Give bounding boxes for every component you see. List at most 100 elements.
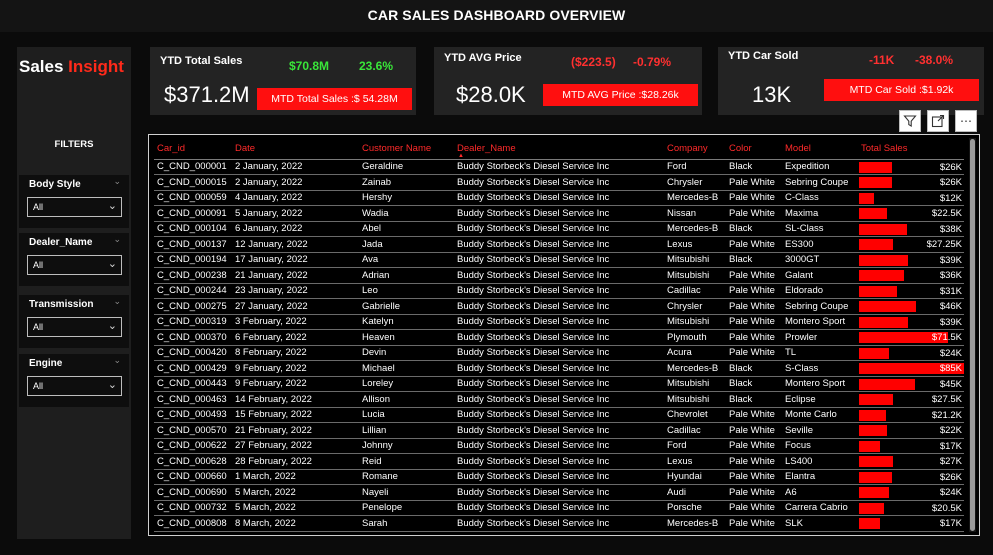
cell-date: 6 January, 2022 (232, 221, 359, 237)
chevron-down-icon[interactable]: ⌄ (113, 355, 121, 366)
cell-customer: Penelope (359, 500, 454, 516)
sales-value: $20.5K (931, 502, 962, 514)
chevron-down-icon[interactable]: ⌄ (113, 176, 121, 187)
chevron-down-icon[interactable]: ⌄ (113, 234, 121, 245)
table-row[interactable]: C_CND_000194 17 January, 2022 Ava Buddy Sto… (154, 252, 964, 268)
filter-icon[interactable] (899, 110, 921, 132)
sales-data-bar (859, 347, 889, 359)
column-header-car-id[interactable]: Car_id (154, 139, 232, 160)
table-row[interactable]: C_CND_000104 6 January, 2022 Abel Buddy Sto… (154, 221, 964, 237)
sales-data-bar (859, 161, 892, 173)
cell-model: Sebring Coupe (782, 174, 858, 191)
transmission-dropdown[interactable]: All ⌄ (27, 317, 122, 337)
focus-mode-icon[interactable] (927, 110, 949, 132)
cell-total-sales: $22.5K (858, 205, 964, 222)
cell-color: Black (726, 360, 782, 377)
table-row[interactable]: C_CND_000660 1 March, 2022 Romane Buddy Sto… (154, 469, 964, 485)
dropdown-value: All (33, 322, 44, 332)
sales-data-bar (859, 440, 881, 452)
cell-date: 23 January, 2022 (232, 283, 359, 299)
cell-color: Pale White (726, 422, 782, 439)
table-row[interactable]: C_CND_000091 5 January, 2022 Wadia Buddy St… (154, 205, 964, 222)
table-row[interactable]: C_CND_000275 27 January, 2022 Gabrielle Bud… (154, 298, 964, 315)
cell-model: Eclipse (782, 391, 858, 408)
table-row[interactable]: C_CND_000238 21 January, 2022 Adrian Buddy … (154, 267, 964, 284)
cell-company: Audi (664, 484, 726, 501)
cell-color: Pale White (726, 267, 782, 284)
chevron-down-icon[interactable]: ⌄ (113, 296, 121, 307)
table-row[interactable]: C_CND_000463 14 February, 2022 Allison Budd… (154, 391, 964, 408)
table-row[interactable]: C_CND_000628 28 February, 2022 Reid Buddy S… (154, 453, 964, 470)
kpi-ytd-total-sales: YTD Total Sales $371.2M $70.8M 23.6% MTD… (150, 47, 416, 115)
cell-date: 5 March, 2022 (232, 484, 359, 501)
column-header-total-sales[interactable]: Total Sales (858, 139, 964, 160)
cell-company: Mitsubishi (664, 267, 726, 284)
column-header-model[interactable]: Model (782, 139, 858, 160)
table-row[interactable]: C_CND_000420 8 February, 2022 Devin Buddy S… (154, 345, 964, 361)
cell-customer: Heaven (359, 329, 454, 346)
table-row[interactable]: C_CND_000429 9 February, 2022 Michael Buddy… (154, 360, 964, 377)
table-row[interactable]: C_CND_000443 9 February, 2022 Loreley Buddy… (154, 376, 964, 392)
cell-date: 14 February, 2022 (232, 391, 359, 408)
dealer-name-dropdown[interactable]: All ⌄ (27, 255, 122, 275)
kpi-ytd-avg-price: YTD AVG Price $28.0K ($223.5) -0.79% MTD… (434, 47, 702, 115)
cell-color: Pale White (726, 500, 782, 516)
sales-value: $71.5K (931, 332, 962, 343)
cell-total-sales: $24K (858, 484, 964, 501)
table-row[interactable]: C_CND_000001 2 January, 2022 Geraldine Budd… (154, 159, 964, 175)
sort-ascending-icon: ▲ (458, 152, 464, 159)
sales-data-bar (859, 456, 893, 467)
engine-dropdown[interactable]: All ⌄ (27, 376, 122, 396)
slicer-engine: Engine ⌄ All ⌄ (19, 354, 129, 407)
cell-car-id: C_CND_000238 (154, 267, 232, 284)
table-row[interactable]: C_CND_000137 12 January, 2022 Jada Buddy St… (154, 236, 964, 253)
cell-date: 4 January, 2022 (232, 190, 359, 206)
table-row[interactable]: C_CND_000370 6 February, 2022 Heaven Buddy … (154, 329, 964, 346)
column-header-date[interactable]: Date (232, 139, 359, 160)
cell-customer: Adrian (359, 267, 454, 284)
sales-data-bar (859, 394, 893, 405)
kpi-title: YTD AVG Price (444, 52, 522, 64)
table-row[interactable]: C_CND_000570 21 February, 2022 Lillian Budd… (154, 422, 964, 439)
cell-company: Acura (664, 345, 726, 361)
cell-date: 21 January, 2022 (232, 267, 359, 284)
cell-company: Lexus (664, 453, 726, 470)
sales-value: $26K (939, 161, 962, 173)
column-header-customer-name[interactable]: Customer Name (359, 139, 454, 160)
column-header-dealer-name[interactable]: Dealer_Name ▲ (454, 139, 664, 160)
table-row[interactable]: C_CND_000493 15 February, 2022 Lucia Buddy … (154, 407, 964, 423)
cell-model: Prowler (782, 329, 858, 346)
cell-company: Mercedes-B (664, 360, 726, 377)
column-header-company[interactable]: Company (664, 139, 726, 160)
body-style-dropdown[interactable]: All ⌄ (27, 197, 122, 217)
table-row[interactable]: C_CND_000808 8 March, 2022 Sarah Buddy Stor… (154, 515, 964, 532)
table-row[interactable]: C_CND_000059 4 January, 2022 Hershy Buddy S… (154, 190, 964, 206)
more-options-icon[interactable]: ⋯ (955, 110, 977, 132)
cell-car-id: C_CND_000732 (154, 500, 232, 516)
table-row[interactable]: C_CND_000015 2 January, 2022 Zainab Buddy S… (154, 174, 964, 191)
cell-dealer: Buddy Storbeck's Diesel Service Inc (454, 515, 664, 532)
table-row[interactable]: C_CND_000244 23 January, 2022 Leo Buddy Sto… (154, 283, 964, 299)
vertical-scrollbar[interactable] (969, 138, 976, 532)
scrollbar-thumb[interactable] (970, 139, 975, 531)
cell-total-sales: $31K (858, 283, 964, 299)
cell-date: 9 February, 2022 (232, 376, 359, 392)
table-row[interactable]: C_CND_000690 5 March, 2022 Nayeli Buddy Sto… (154, 484, 964, 501)
cell-dealer: Buddy Storbeck's Diesel Service Inc (454, 469, 664, 485)
cell-car-id: C_CND_000194 (154, 252, 232, 268)
cell-date: 8 February, 2022 (232, 345, 359, 361)
sales-value: $27K (939, 456, 962, 467)
cell-customer: Sarah (359, 515, 454, 532)
kpi-ytd-car-sold: YTD Car Sold 13K -11K -38.0% MTD Car Sol… (718, 47, 984, 115)
table-row[interactable]: C_CND_000622 27 February, 2022 Johnny Buddy… (154, 438, 964, 454)
table-row[interactable]: C_CND_000319 3 February, 2022 Katelyn Buddy… (154, 314, 964, 330)
column-header-color[interactable]: Color (726, 139, 782, 160)
sales-data-bar (859, 177, 892, 188)
cell-total-sales: $20.5K (858, 500, 964, 516)
cell-customer: Geraldine (359, 159, 454, 175)
cell-model: Maxima (782, 205, 858, 222)
cell-car-id: C_CND_000429 (154, 360, 232, 377)
kpi-delta-abs: -11K (869, 53, 895, 67)
table-row[interactable]: C_CND_000732 5 March, 2022 Penelope Buddy S… (154, 500, 964, 516)
filters-title: FILTERS (54, 139, 94, 150)
